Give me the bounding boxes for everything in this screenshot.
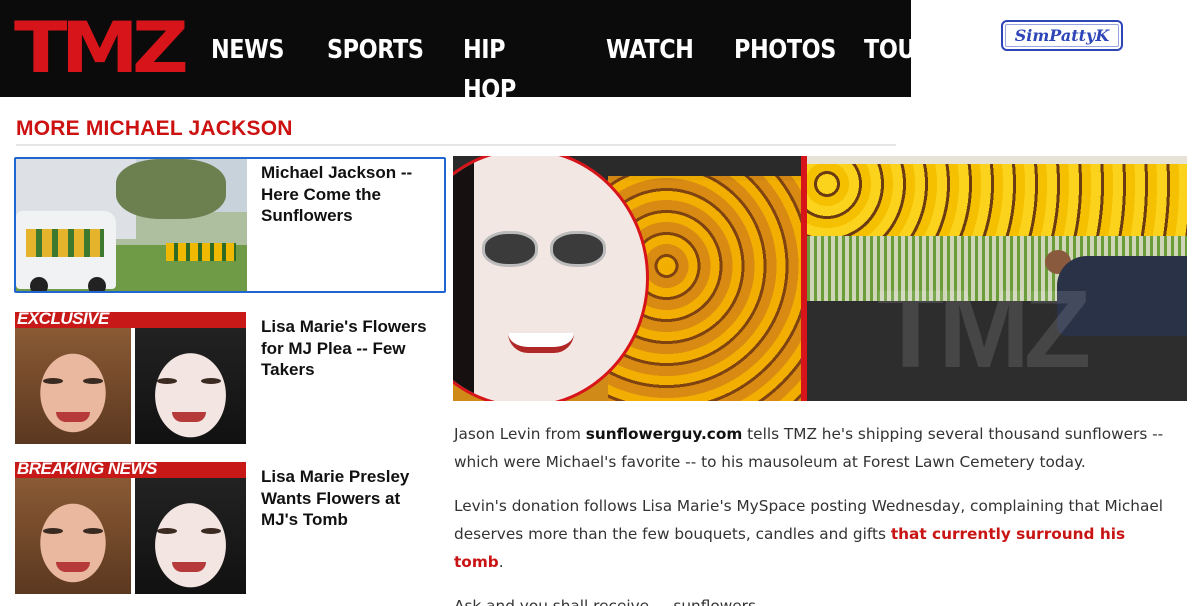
eye-shape — [157, 378, 177, 384]
article-paragraph: Levin's donation follows Lisa Marie's My… — [454, 492, 1179, 576]
main-nav: NEWS SPORTS HIP HOP WATCH PHOTOS TOURS — [211, 30, 948, 105]
site-header: TMZ NEWS SPORTS HIP HOP WATCH PHOTOS TOU… — [0, 0, 948, 105]
nav-tours[interactable]: TOURS — [864, 30, 948, 70]
face-lisa-marie — [15, 328, 131, 444]
sunglasses-lens — [550, 231, 606, 267]
banner-label: BREAKING NEWS — [17, 462, 157, 478]
exclusive-banner: EXCLUSIVE — [15, 312, 246, 328]
smile-shape — [508, 333, 574, 353]
banner-label: EXCLUSIVE — [17, 312, 109, 328]
story-card-flowers-tomb[interactable]: BREAKING NEWS Lisa Marie Presley Wants F… — [14, 461, 446, 597]
story-title: Lisa Marie Presley Wants Flowers at MJ's… — [261, 467, 410, 529]
article-body: Jason Levin from sunflowerguy.com tells … — [454, 420, 1179, 606]
section-divider — [16, 144, 896, 146]
eye-shape — [43, 378, 63, 384]
sunflowerguy-link[interactable]: sunflowerguy.com — [586, 425, 743, 443]
article-paragraph: Ask and you shall receive ... sunflowers… — [454, 597, 761, 606]
sunflower-blooms — [807, 164, 1187, 244]
story-thumbnail-van — [16, 159, 247, 291]
story-card-flowers-plea[interactable]: EXCLUSIVE Lisa Marie's Flowers for MJ Pl… — [14, 311, 446, 447]
eye-shape — [83, 378, 103, 384]
eye-shape — [157, 528, 177, 534]
eye-shape — [201, 528, 221, 534]
story-thumbnail-faces: EXCLUSIVE — [15, 312, 246, 444]
nav-news[interactable]: NEWS — [211, 30, 284, 70]
mouth-shape — [172, 412, 206, 422]
story-title: Lisa Marie's Flowers for MJ Plea -- Few … — [261, 317, 427, 379]
mouth-shape — [56, 562, 90, 572]
story-title: Michael Jackson -- Here Come the Sunflow… — [261, 163, 413, 225]
wheel-shape — [30, 277, 48, 291]
van-sunflower-art — [26, 229, 104, 257]
sunglasses-lens — [482, 231, 538, 267]
eye-shape — [201, 378, 221, 384]
sunflower-buckets-image: TMZ — [807, 156, 1187, 401]
nav-watch[interactable]: WATCH — [606, 30, 694, 70]
text-run: . — [498, 553, 504, 571]
text-run: Jason Levin from — [454, 425, 586, 443]
story-thumbnail-faces: BREAKING NEWS — [15, 462, 246, 594]
article-paragraph: Jason Levin from sunflowerguy.com tells … — [454, 420, 1179, 476]
breaking-news-banner: BREAKING NEWS — [15, 462, 246, 478]
nav-sports[interactable]: SPORTS — [327, 30, 424, 70]
eye-shape — [43, 528, 63, 534]
user-watermark: SimPattyK — [1001, 20, 1123, 51]
tmz-logo[interactable]: TMZ — [14, 13, 189, 83]
tree-shape — [116, 159, 226, 219]
nav-photos[interactable]: PHOTOS — [734, 30, 836, 70]
nav-hip-hop[interactable]: HIP HOP — [463, 30, 553, 105]
story-card-sunflowers[interactable]: Michael Jackson -- Here Come the Sunflow… — [14, 157, 446, 293]
mouth-shape — [172, 562, 206, 572]
hair-shape — [453, 156, 474, 401]
mouth-shape — [56, 412, 90, 422]
section-title: MORE MICHAEL JACKSON — [16, 117, 293, 140]
tmz-watermark: TMZ — [877, 268, 1091, 391]
wheel-shape — [88, 277, 106, 291]
eye-shape — [83, 528, 103, 534]
face-michael-jackson — [135, 328, 246, 444]
face-lisa-marie — [15, 478, 131, 594]
hero-image[interactable]: TMZ — [453, 156, 1187, 401]
sunflower-field-image — [453, 156, 803, 401]
face-michael-jackson — [135, 478, 246, 594]
flower-bed — [166, 243, 236, 261]
